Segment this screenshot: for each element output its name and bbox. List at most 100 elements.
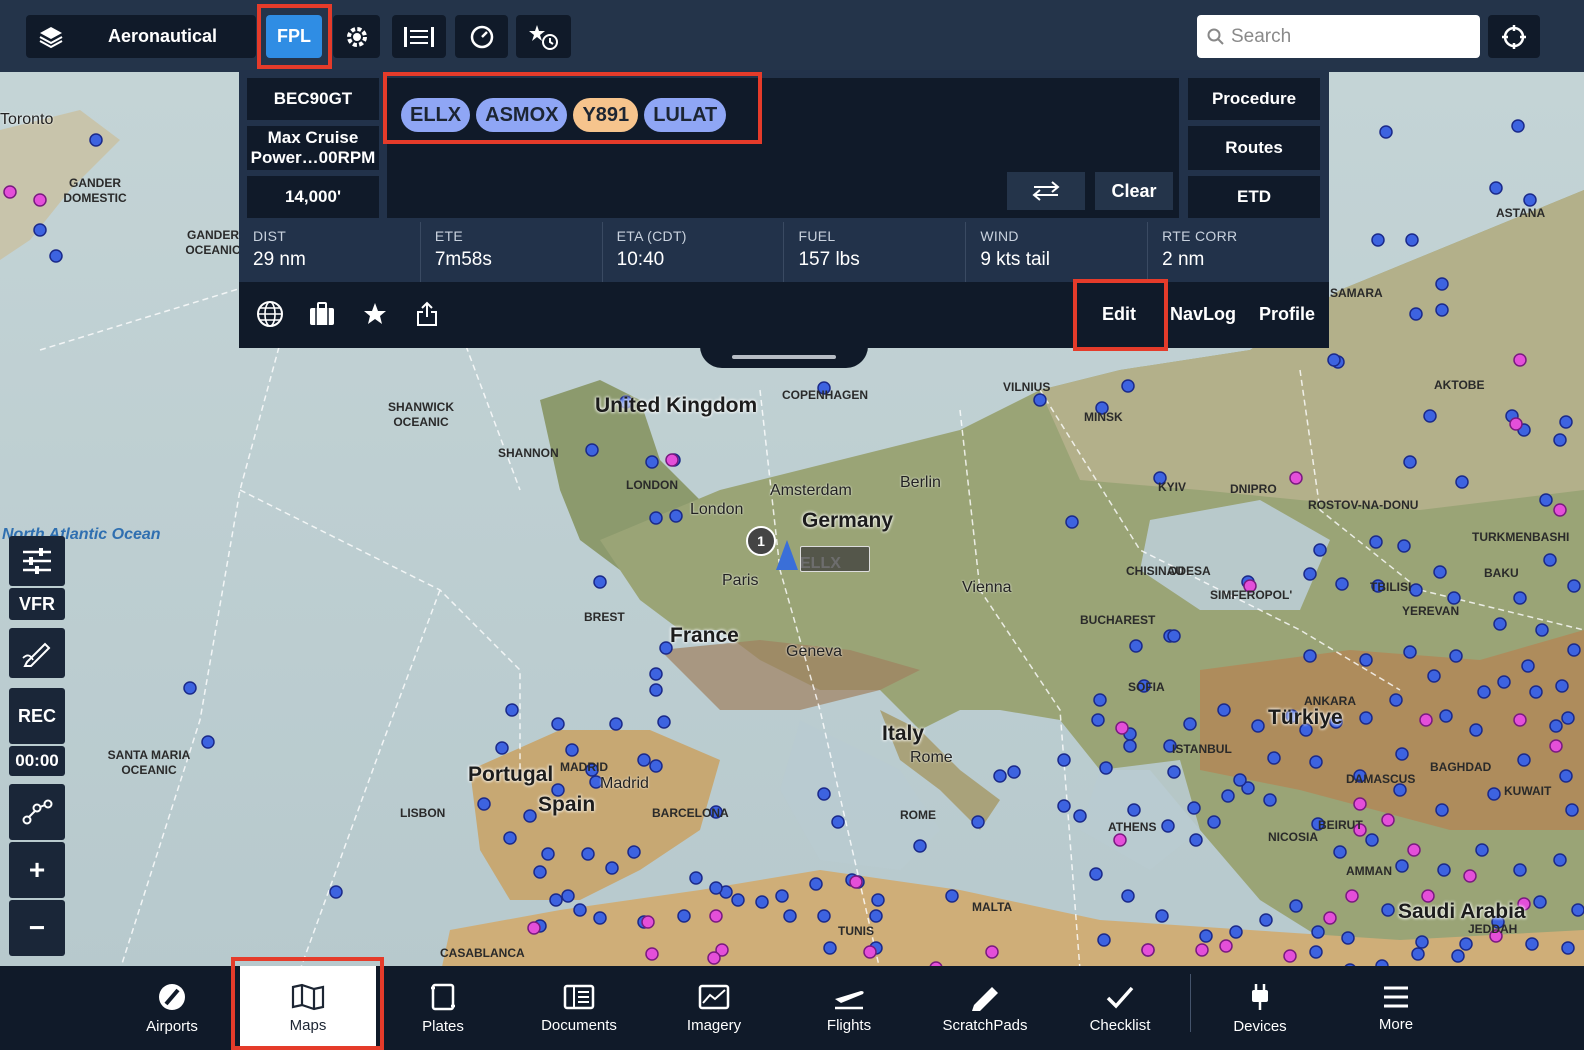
- airport-marker[interactable]: [523, 809, 537, 823]
- route-draw-button[interactable]: [9, 784, 65, 840]
- heliport-marker[interactable]: [1219, 939, 1233, 953]
- airport-marker[interactable]: [573, 903, 587, 917]
- airport-marker[interactable]: [1091, 713, 1105, 727]
- heliport-marker[interactable]: [849, 875, 863, 889]
- airport-marker[interactable]: [1121, 889, 1135, 903]
- etd-button[interactable]: ETD: [1188, 176, 1320, 218]
- airport-marker[interactable]: [1433, 565, 1447, 579]
- airport-marker[interactable]: [33, 223, 47, 237]
- airport-marker[interactable]: [945, 889, 959, 903]
- aircraft-button[interactable]: BEC90GT: [247, 78, 379, 120]
- heliport-marker[interactable]: [1419, 713, 1433, 727]
- airport-marker[interactable]: [709, 881, 723, 895]
- airport-marker[interactable]: [1435, 303, 1449, 317]
- nav-more[interactable]: More: [1328, 966, 1464, 1050]
- airport-marker[interactable]: [1207, 815, 1221, 829]
- airport-marker[interactable]: [1439, 709, 1453, 723]
- recent-favorites-button[interactable]: [516, 15, 571, 58]
- airport-marker[interactable]: [533, 865, 547, 879]
- airport-marker[interactable]: [1435, 277, 1449, 291]
- airport-marker[interactable]: [1057, 753, 1071, 767]
- airport-marker[interactable]: [505, 703, 519, 717]
- airport-marker[interactable]: [1093, 693, 1107, 707]
- airport-marker[interactable]: [1259, 913, 1273, 927]
- altitude-button[interactable]: 14,000': [247, 176, 379, 218]
- airport-marker[interactable]: [1129, 639, 1143, 653]
- airport-marker[interactable]: [971, 815, 985, 829]
- airport-marker[interactable]: [1455, 475, 1469, 489]
- airport-marker[interactable]: [1099, 761, 1113, 775]
- airport-marker[interactable]: [775, 889, 789, 903]
- airport-marker[interactable]: [649, 759, 663, 773]
- airport-marker[interactable]: [677, 909, 691, 923]
- heliport-marker[interactable]: [1283, 949, 1297, 963]
- airport-marker[interactable]: [1123, 739, 1137, 753]
- airport-marker[interactable]: [1559, 415, 1573, 429]
- airport-marker[interactable]: [1333, 845, 1347, 859]
- airport-marker[interactable]: [1155, 909, 1169, 923]
- airport-marker[interactable]: [1007, 765, 1021, 779]
- packs-button[interactable]: [306, 298, 338, 330]
- airport-marker[interactable]: [1267, 751, 1281, 765]
- airport-marker[interactable]: [549, 893, 563, 907]
- heliport-marker[interactable]: [1345, 889, 1359, 903]
- airport-marker[interactable]: [823, 941, 837, 955]
- airport-marker[interactable]: [1379, 125, 1393, 139]
- airport-marker[interactable]: [1409, 307, 1423, 321]
- nav-devices[interactable]: Devices: [1192, 966, 1328, 1050]
- airport-marker[interactable]: [593, 575, 607, 589]
- route-chip-asmox[interactable]: ASMOX: [476, 98, 568, 132]
- airport-marker[interactable]: [1559, 769, 1573, 783]
- airport-marker[interactable]: [1437, 863, 1451, 877]
- heliport-marker[interactable]: [1407, 843, 1421, 857]
- instruments-button[interactable]: [455, 15, 508, 58]
- airport-marker[interactable]: [1097, 933, 1111, 947]
- profile-tab[interactable]: Profile: [1259, 304, 1315, 325]
- airport-marker[interactable]: [1397, 539, 1411, 553]
- airport-marker[interactable]: [1511, 119, 1525, 133]
- heliport-marker[interactable]: [3, 185, 17, 199]
- airport-marker[interactable]: [783, 909, 797, 923]
- airport-marker[interactable]: [755, 895, 769, 909]
- airport-marker[interactable]: [1489, 181, 1503, 195]
- airport-marker[interactable]: [201, 735, 215, 749]
- airport-marker[interactable]: [329, 885, 343, 899]
- heliport-marker[interactable]: [1323, 911, 1337, 925]
- airport-marker[interactable]: [1251, 719, 1265, 733]
- airport-marker[interactable]: [871, 893, 885, 907]
- airport-marker[interactable]: [183, 681, 197, 695]
- heliport-marker[interactable]: [1553, 503, 1567, 517]
- airport-marker[interactable]: [1529, 685, 1543, 699]
- airport-marker[interactable]: [1459, 937, 1473, 951]
- airport-marker[interactable]: [731, 893, 745, 907]
- airport-marker[interactable]: [1311, 925, 1325, 939]
- nav-plates[interactable]: Plates: [375, 966, 511, 1050]
- airport-marker[interactable]: [1567, 643, 1581, 657]
- airport-marker[interactable]: [561, 889, 575, 903]
- airport-marker[interactable]: [657, 715, 671, 729]
- vfr-button[interactable]: VFR: [9, 588, 65, 620]
- airport-marker[interactable]: [1313, 543, 1327, 557]
- airport-marker[interactable]: [913, 839, 927, 853]
- airport-marker[interactable]: [1033, 393, 1047, 407]
- panel-drag-handle[interactable]: [700, 338, 868, 368]
- airport-marker[interactable]: [1571, 903, 1584, 917]
- airport-marker[interactable]: [1065, 515, 1079, 529]
- airport-marker[interactable]: [1359, 711, 1373, 725]
- heliport-marker[interactable]: [985, 945, 999, 959]
- airport-marker[interactable]: [1395, 747, 1409, 761]
- airport-marker[interactable]: [605, 861, 619, 875]
- clear-route-button[interactable]: Clear: [1095, 172, 1173, 210]
- heliport-marker[interactable]: [1195, 943, 1209, 957]
- search-input[interactable]: [1231, 25, 1471, 48]
- heliport-marker[interactable]: [645, 947, 659, 961]
- heliport-marker[interactable]: [1141, 943, 1155, 957]
- airport-marker[interactable]: [1565, 803, 1579, 817]
- heliport-marker[interactable]: [1353, 797, 1367, 811]
- airport-marker[interactable]: [495, 741, 509, 755]
- airport-marker[interactable]: [1189, 833, 1203, 847]
- airport-marker[interactable]: [1369, 535, 1383, 549]
- airport-marker[interactable]: [1405, 233, 1419, 247]
- heliport-marker[interactable]: [665, 453, 679, 467]
- airport-marker[interactable]: [1561, 941, 1575, 955]
